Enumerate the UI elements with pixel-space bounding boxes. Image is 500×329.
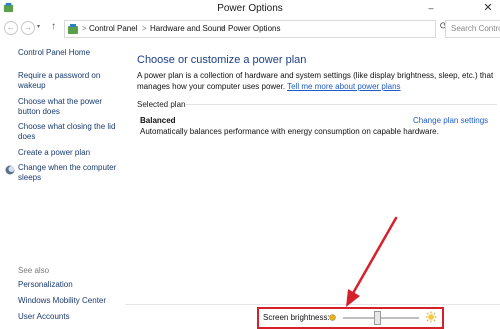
user-accounts-link[interactable]: User Accounts — [18, 312, 122, 322]
up-level-button[interactable]: ↑ — [51, 21, 56, 32]
control-panel-icon — [68, 24, 78, 34]
require-password-link[interactable]: Require a password on wakeup — [18, 71, 122, 91]
close-button[interactable]: ✕ — [482, 2, 494, 14]
search-input[interactable]: Search Control — [451, 24, 500, 33]
see-also-heading: See also — [18, 266, 50, 275]
divider — [185, 104, 497, 105]
breadcrumb-separator: > — [220, 24, 225, 33]
breadcrumb-separator: > — [142, 24, 147, 33]
dim-sun-icon — [329, 314, 336, 321]
selected-plan-label: Selected plan — [137, 100, 186, 109]
recent-locations-chevron-icon[interactable]: ▾ — [37, 23, 40, 30]
forward-button[interactable]: → — [21, 21, 35, 35]
brightness-label: Screen brightness: — [263, 313, 330, 322]
search-box[interactable]: Search Control — [445, 20, 500, 38]
change-sleep-link[interactable]: Change when the computer sleeps — [18, 163, 122, 183]
minimize-button[interactable]: – — [426, 4, 436, 13]
plan-description: Automatically balances performance with … — [140, 127, 439, 136]
title-bar: Power Options – ✕ — [0, 0, 500, 17]
back-button[interactable]: ← — [4, 21, 18, 35]
brightness-slider-thumb[interactable] — [374, 311, 381, 325]
moon-shield-icon — [5, 165, 15, 175]
breadcrumb-separator: > — [82, 24, 87, 33]
address-bar: ← → ▾ ↑ > Control Panel > Hardware and S… — [0, 17, 500, 39]
page-description: A power plan is a collection of hardware… — [137, 70, 497, 92]
brightness-control: Screen brightness: — [257, 307, 444, 329]
breadcrumb-control-panel[interactable]: Control Panel — [89, 24, 137, 33]
breadcrumb-hardware-and-sound[interactable]: Hardware and Sound — [150, 24, 226, 33]
breadcrumb-power-options[interactable]: Power Options — [228, 24, 280, 33]
divider — [125, 304, 500, 305]
window-title: Power Options — [217, 3, 283, 14]
control-panel-home-link[interactable]: Control Panel Home — [18, 48, 122, 58]
mobility-center-link[interactable]: Windows Mobility Center — [18, 296, 122, 306]
create-power-plan-link[interactable]: Create a power plan — [18, 148, 122, 158]
learn-more-link[interactable]: Tell me more about power plans — [287, 82, 400, 91]
brightness-slider[interactable] — [343, 311, 419, 325]
page-title: Choose or customize a power plan — [137, 54, 307, 66]
bright-sun-icon — [425, 311, 437, 323]
breadcrumb[interactable]: > Control Panel > Hardware and Sound > P… — [64, 20, 436, 38]
annotation-arrow — [346, 216, 398, 307]
closing-lid-link[interactable]: Choose what closing the lid does — [18, 122, 122, 142]
personalization-link[interactable]: Personalization — [18, 280, 122, 290]
plan-name: Balanced — [140, 116, 176, 125]
change-plan-settings-link[interactable]: Change plan settings — [413, 116, 488, 125]
power-button-link[interactable]: Choose what the power button does — [18, 97, 122, 117]
